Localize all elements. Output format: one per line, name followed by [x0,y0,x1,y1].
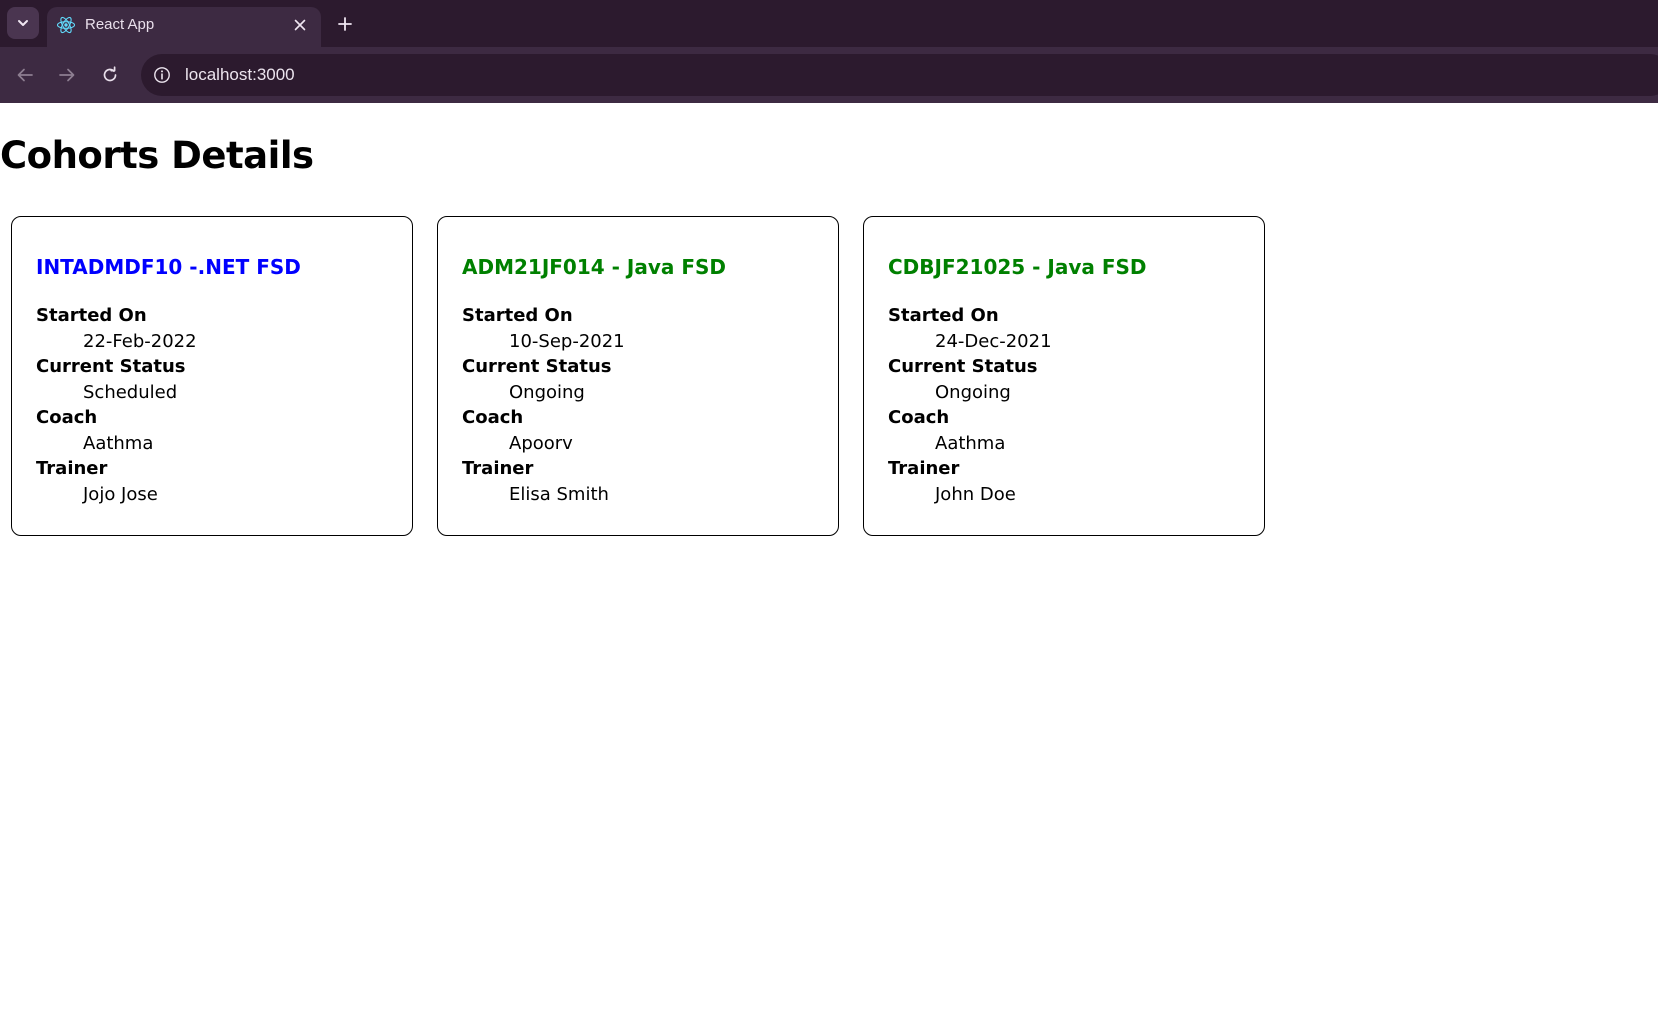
cohort-title: ADM21JF014 - Java FSD [462,255,726,279]
cohort-title: CDBJF21025 - Java FSD [888,255,1147,279]
cohort-card: CDBJF21025 - Java FSD Started On 24-Dec-… [863,216,1265,536]
started-on-label: Started On [888,305,999,326]
cohort-card: ADM21JF014 - Java FSD Started On 10-Sep-… [437,216,839,536]
trainer-value: Elisa Smith [509,483,609,505]
current-status-label: Current Status [888,356,1038,377]
started-on-value: 24-Dec-2021 [935,330,1052,352]
cohort-details: Started On 24-Dec-2021 Current Status On… [888,303,1052,507]
cohort-title: INTADMDF10 -.NET FSD [36,255,301,279]
close-icon[interactable] [291,16,309,34]
url-text: localhost:3000 [185,65,295,84]
back-button[interactable] [11,61,39,89]
trainer-label: Trainer [888,458,960,479]
trainer-label: Trainer [462,458,534,479]
reload-icon [101,66,119,84]
started-on-label: Started On [462,305,573,326]
react-logo-icon [56,15,76,35]
page-title: Cohorts Details [0,134,314,177]
cohort-details: Started On 22-Feb-2022 Current Status Sc… [36,303,197,507]
started-on-label: Started On [36,305,147,326]
chevron-down-icon [16,16,30,30]
browser-toolbar: localhost:3000 [0,47,1658,103]
current-status-value: Ongoing [935,381,1011,403]
current-status-label: Current Status [36,356,186,377]
info-icon[interactable] [150,63,174,87]
tab-search-button[interactable] [7,7,39,39]
coach-label: Coach [888,407,950,428]
address-bar[interactable]: localhost:3000 [141,54,1658,96]
coach-value: Apoorv [509,432,573,454]
started-on-value: 10-Sep-2021 [509,330,625,352]
forward-button[interactable] [53,61,81,89]
coach-label: Coach [462,407,524,428]
plus-icon [337,16,353,32]
trainer-value: Jojo Jose [83,483,158,505]
current-status-value: Scheduled [83,381,178,403]
new-tab-button[interactable] [333,12,357,36]
arrow-left-icon [16,66,34,84]
started-on-value: 22-Feb-2022 [83,330,197,352]
coach-label: Coach [36,407,98,428]
trainer-label: Trainer [36,458,108,479]
page-content: Cohorts Details INTADMDF10 -.NET FSD Sta… [0,103,1658,1017]
coach-value: Aathma [83,432,154,454]
reload-button[interactable] [96,61,124,89]
arrow-right-icon [58,66,76,84]
tab-title: React App [85,16,155,33]
browser-tab[interactable]: React App [47,7,321,47]
coach-value: Aathma [935,432,1006,454]
cohort-card: INTADMDF10 -.NET FSD Started On 22-Feb-2… [11,216,413,536]
browser-tabstrip: React App [0,0,1658,47]
current-status-value: Ongoing [509,381,585,403]
cohort-details: Started On 10-Sep-2021 Current Status On… [462,303,625,507]
trainer-value: John Doe [935,483,1016,505]
cohort-cards: INTADMDF10 -.NET FSD Started On 22-Feb-2… [11,216,1265,536]
current-status-label: Current Status [462,356,612,377]
